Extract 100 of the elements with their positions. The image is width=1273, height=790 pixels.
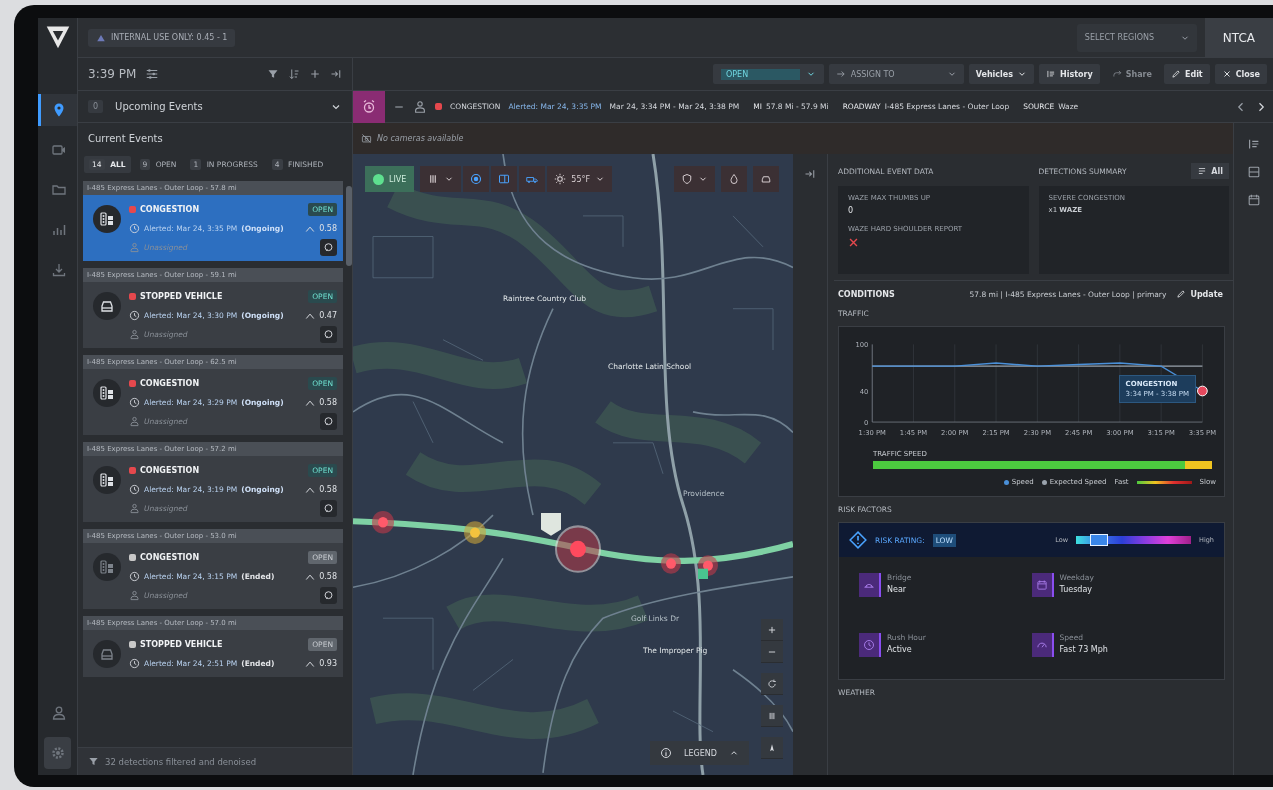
status-select[interactable]: OPEN [713,64,824,84]
target-button[interactable] [463,166,490,192]
incident-marker[interactable] [661,553,681,574]
bar-chart-icon [51,222,67,238]
drop-icon [728,173,740,185]
speed-gradient [1136,480,1192,484]
assign-select[interactable]: ASSIGN TO [828,64,964,84]
incident-marker[interactable] [372,510,394,534]
folder-icon [51,182,67,198]
event-type: STOPPED VEHICLE [140,292,223,301]
expand-panel-icon[interactable] [804,168,816,180]
info-icon [660,747,673,759]
vehicles-dropdown[interactable]: Vehicles [968,64,1034,84]
event-type: CONGESTION [140,466,200,475]
cross-icon [848,237,859,248]
comment-button[interactable] [320,326,337,343]
map-style-button[interactable] [761,705,783,727]
rotate-button[interactable] [761,673,783,695]
event-type: CONGESTION [140,205,200,214]
confidence-score: 0.47 [319,311,337,320]
filter-icon [88,756,99,767]
factor-value: Near [887,585,908,594]
event-type-button[interactable] [353,90,385,123]
event-type: CONGESTION [140,379,200,388]
plus-icon [767,624,777,635]
comment-button[interactable] [320,500,337,517]
warning-icon [849,531,867,549]
edit-button[interactable]: Edit [1163,64,1210,84]
rotate-icon [767,678,777,689]
calendar-icon [1031,573,1054,597]
upcoming-events-dropdown[interactable]: 0 Upcoming Events [78,91,352,123]
car-icon [760,173,772,185]
route-shield-marker [541,513,561,536]
traffic-light-icon [93,553,121,581]
person-icon [129,503,140,514]
camera-layer-button[interactable] [491,166,518,192]
sliders-icon[interactable] [145,67,160,81]
clock-icon [129,658,140,669]
sort-icon[interactable] [288,68,300,80]
confidence-score: 0.93 [319,659,337,668]
person-icon [129,242,140,253]
comment-button[interactable] [320,413,337,430]
compass-button[interactable] [761,737,783,759]
clock-icon [129,310,140,321]
zoom-in-button[interactable] [761,619,783,641]
list-icon [1046,69,1056,79]
camera-marker[interactable] [698,568,708,579]
organization-name: NTCA [1204,18,1273,57]
bridge-icon [859,573,881,597]
weather-dropdown[interactable]: 55°F [547,166,613,192]
live-button[interactable]: LIVE [365,166,415,192]
event-type: CONGESTION [140,553,200,562]
confidence-score: 0.58 [319,572,337,581]
list-icon[interactable] [1246,137,1261,151]
comment-button[interactable] [320,587,337,604]
shield-dropdown[interactable] [674,166,715,192]
history-button[interactable]: History [1039,64,1100,84]
person-icon [129,590,140,601]
download-icon [51,262,67,278]
drop-button[interactable] [721,166,747,192]
clock-icon [129,223,140,234]
settings-button[interactable] [44,737,71,769]
confidence-score: 0.58 [319,398,337,407]
sun-icon [554,173,567,185]
all-button[interactable]: All [1191,163,1229,179]
incident-marker[interactable] [555,525,601,573]
scrollbar-thumb[interactable] [346,186,352,266]
rows-icon[interactable] [1246,165,1261,179]
share-icon [1111,69,1122,79]
notes-icon[interactable] [1246,193,1261,207]
legend-button[interactable]: LEGEND [650,741,749,765]
add-icon[interactable] [309,68,321,80]
shield-icon [681,173,693,185]
car-button[interactable] [753,166,779,192]
layers-dropdown[interactable] [420,166,462,192]
clock-icon [129,484,140,495]
columns-icon [767,710,777,721]
settings-icon [49,745,66,761]
video-icon [51,142,67,158]
traffic-light-icon [93,205,121,233]
update-button[interactable]: Update [1174,287,1225,301]
comment-button[interactable] [320,239,337,256]
chat-icon [323,242,334,253]
user-icon [51,705,67,721]
zoom-out-button[interactable] [761,641,783,663]
person-icon [129,329,140,340]
car-icon [93,640,121,668]
factor-value: Tuesday [1059,585,1094,594]
incident-marker[interactable] [464,521,486,544]
filter-summary: 32 detections filtered and denoised [105,756,257,767]
close-button[interactable]: Close [1214,64,1267,84]
truck-layer-button[interactable] [519,166,546,192]
filter-icon[interactable] [267,68,279,80]
panel-icon [498,173,511,185]
region-select[interactable]: SELECT REGIONS [1076,23,1197,52]
nav-tab[interactable] [38,94,77,126]
person-icon[interactable] [413,99,427,114]
collapse-icon[interactable] [330,68,342,80]
section-title: Current Events [87,132,164,146]
chat-icon [323,503,334,514]
